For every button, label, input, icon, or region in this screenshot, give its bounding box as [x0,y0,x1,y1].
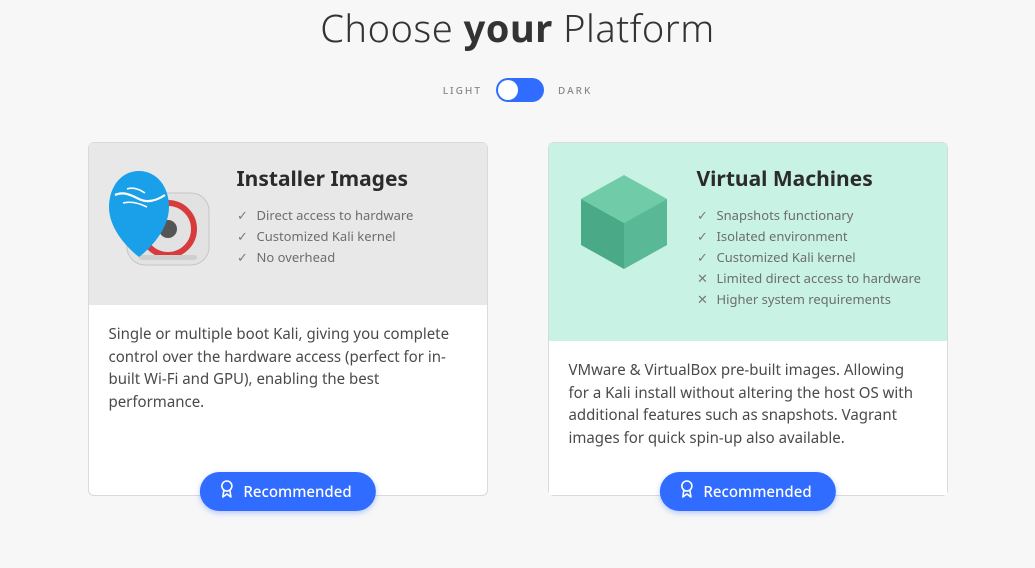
theme-switcher: LIGHT DARK [0,78,1035,102]
title-pre: Choose [320,2,463,54]
card-body: Virtual Machines ✓ Snapshots functionary … [697,165,927,311]
check-icon: ✓ [237,228,249,245]
title-bold: your [464,2,553,54]
feature-list: ✓ Direct access to hardware ✓ Customized K… [237,207,467,266]
check-icon: ✓ [237,207,249,224]
card-virtual-machines[interactable]: Virtual Machines ✓ Snapshots functionary … [548,142,948,496]
recommended-badge[interactable]: Recommended [659,472,835,511]
card-title: Virtual Machines [697,165,927,193]
title-post: Platform [553,2,715,54]
theme-dark-label: DARK [558,83,592,97]
feature-text: Customized Kali kernel [717,249,856,266]
check-icon: ✓ [697,228,709,245]
card-body: Installer Images ✓ Direct access to hardw… [237,165,467,270]
feature-text: Customized Kali kernel [257,228,396,245]
card-top: Virtual Machines ✓ Snapshots functionary … [549,143,947,341]
page-title: Choose your Platform [0,2,1035,54]
check-icon: ✓ [697,207,709,224]
cross-icon: ✕ [697,291,709,308]
feature-item: ✓ Snapshots functionary [697,207,927,224]
platform-cards: Installer Images ✓ Direct access to hardw… [0,142,1035,496]
feature-item: ✓ Customized Kali kernel [697,249,927,266]
feature-text: Limited direct access to hardware [717,270,921,287]
theme-light-label: LIGHT [443,83,482,97]
check-icon: ✓ [237,249,249,266]
feature-item: ✕ Higher system requirements [697,291,927,308]
theme-toggle[interactable] [496,78,544,102]
badge-label: Recommended [243,482,351,502]
feature-item: ✕ Limited direct access to hardware [697,270,927,287]
feature-item: ✓ Isolated environment [697,228,927,245]
cross-icon: ✕ [697,270,709,287]
feature-text: Higher system requirements [717,291,891,308]
feature-text: Isolated environment [717,228,848,245]
card-description: Single or multiple boot Kali, giving you… [89,305,487,459]
card-top: Installer Images ✓ Direct access to hardw… [89,143,487,305]
feature-item: ✓ Direct access to hardware [237,207,467,224]
feature-list: ✓ Snapshots functionary ✓ Isolated environ… [697,207,927,307]
award-icon [219,480,233,503]
theme-toggle-knob [498,80,518,100]
installer-icon [109,165,219,275]
award-icon [679,480,693,503]
feature-text: Snapshots functionary [717,207,854,224]
check-icon: ✓ [697,249,709,266]
feature-item: ✓ Customized Kali kernel [237,228,467,245]
card-installer-images[interactable]: Installer Images ✓ Direct access to hardw… [88,142,488,496]
recommended-badge[interactable]: Recommended [199,472,375,511]
badge-label: Recommended [703,482,811,502]
feature-item: ✓ No overhead [237,249,467,266]
feature-text: No overhead [257,249,336,266]
feature-text: Direct access to hardware [257,207,414,224]
vm-cube-icon [569,165,679,275]
card-title: Installer Images [237,165,467,193]
